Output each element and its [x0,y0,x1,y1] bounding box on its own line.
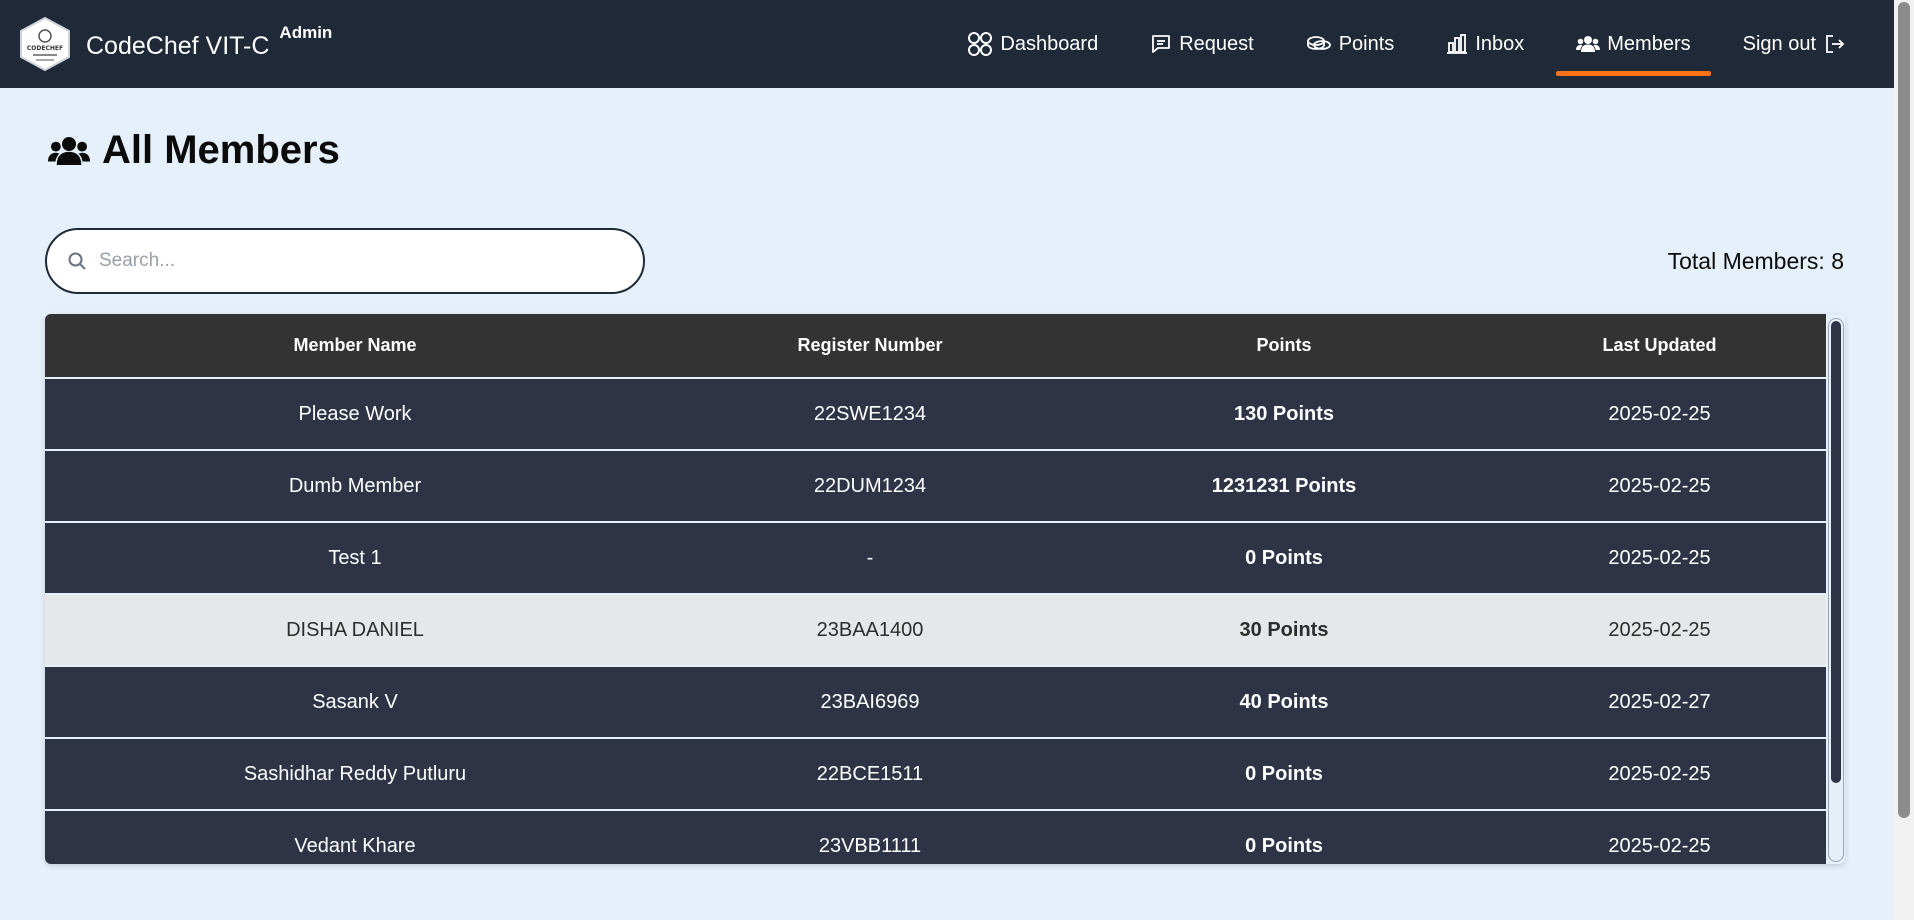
register-number: 22SWE1234 [813,402,927,425]
table-row[interactable]: Dumb Member 22DUM1234 1231231 Points 202… [45,450,1826,522]
members-table-container: Member Name Register Number Points Last … [45,314,1845,864]
brand-name: CodeChef VIT-C [86,31,270,60]
bar-chart-icon [1447,34,1468,54]
last-updated: 2025-02-25 [1608,474,1711,497]
nav-points[interactable]: Points [1286,0,1415,88]
member-name: Sasank V [312,690,398,713]
signout-button[interactable]: Sign out [1723,0,1866,88]
last-updated: 2025-02-25 [1608,402,1711,425]
table-row[interactable]: Test 1 - 0 Points 2025-02-25 [45,522,1826,594]
table-scrollbar[interactable] [1828,318,1844,862]
nav-inbox[interactable]: Inbox [1426,0,1544,88]
last-updated: 2025-02-25 [1608,546,1711,569]
signout-icon [1826,35,1845,53]
table-header-row: Member Name Register Number Points Last … [45,314,1826,378]
member-points: 40 Points [1239,690,1329,713]
column-header-last-updated[interactable]: Last Updated [1493,314,1826,378]
table-row[interactable]: Please Work 22SWE1234 130 Points 2025-02… [45,378,1826,450]
page-scrollbar-thumb[interactable] [1898,2,1910,818]
table-row[interactable]: Vedant Khare 23VBB1111 0 Points 2025-02-… [45,810,1826,864]
nav-points-label: Points [1338,32,1395,55]
nav-request[interactable]: Request [1130,0,1274,88]
member-name: Sashidhar Reddy Putluru [243,762,467,785]
member-points: 0 Points [1245,835,1323,857]
table-row-hovered[interactable]: DISHA DANIEL 23BAA1400 30 Points 2025-02… [45,594,1826,666]
column-header-member-name[interactable]: Member Name [45,314,665,378]
coins-icon [1306,36,1331,50]
users-icon [1576,36,1601,52]
nav-request-label: Request [1179,32,1254,55]
total-members: Total Members: 8 [1667,248,1844,274]
member-name: Test 1 [328,546,382,569]
register-number: 23BAA1400 [816,618,924,641]
page-scrollbar[interactable] [1894,0,1914,920]
nav-members[interactable]: Members [1556,0,1711,88]
member-name: Dumb Member [288,474,422,497]
column-header-register-number[interactable]: Register Number [665,314,1075,378]
member-points: 30 Points [1239,618,1329,641]
message-icon [1152,35,1171,53]
admin-badge: Admin [279,23,333,42]
members-table: Member Name Register Number Points Last … [45,314,1826,864]
nav-links: Dashboard Request Points Inbox Members S… [935,0,1866,88]
nav-members-label: Members [1607,32,1691,55]
member-name: Vedant Khare [294,835,416,857]
codechef-logo: CODECHEF [18,16,72,72]
search-icon [68,252,86,270]
register-number: 22BCE1511 [816,762,924,785]
table-scrollbar-thumb[interactable] [1831,321,1841,783]
top-navbar: CODECHEF CodeChef VIT-C Admin Dashboard … [0,0,1894,88]
last-updated: 2025-02-27 [1608,690,1711,713]
member-name: DISHA DANIEL [286,618,424,641]
member-name: Please Work [298,402,412,425]
logo-text: CODECHEF [27,45,63,52]
search-box[interactable] [45,228,645,294]
member-points: 1231231 Points [1211,474,1357,497]
column-header-points[interactable]: Points [1075,314,1493,378]
member-points: 0 Points [1245,546,1323,569]
nav-dashboard-label: Dashboard [1000,32,1099,55]
register-number: 22DUM1234 [813,474,927,497]
last-updated: 2025-02-25 [1608,762,1711,785]
table-row[interactable]: Sasank V 23BAI6969 40 Points 2025-02-27 [45,666,1826,738]
nav-inbox-label: Inbox [1475,32,1525,55]
search-input[interactable] [99,250,579,272]
register-number: 23VBB1111 [818,835,922,857]
last-updated: 2025-02-25 [1608,835,1711,857]
page-title: All Members [102,128,340,172]
register-number: 23BAI6969 [820,690,920,713]
users-icon [48,136,90,165]
member-points: 130 Points [1233,402,1335,425]
register-number: - [866,546,874,569]
page-header: All Members [48,128,340,173]
table-row[interactable]: Sashidhar Reddy Putluru 22BCE1511 0 Poin… [45,738,1826,810]
brand[interactable]: CODECHEF CodeChef VIT-C Admin [18,16,332,72]
nav-dashboard[interactable]: Dashboard [947,0,1118,88]
dashboard-icon [968,32,993,56]
last-updated: 2025-02-25 [1608,618,1711,641]
member-points: 0 Points [1245,762,1323,785]
signout-label: Sign out [1742,32,1816,55]
